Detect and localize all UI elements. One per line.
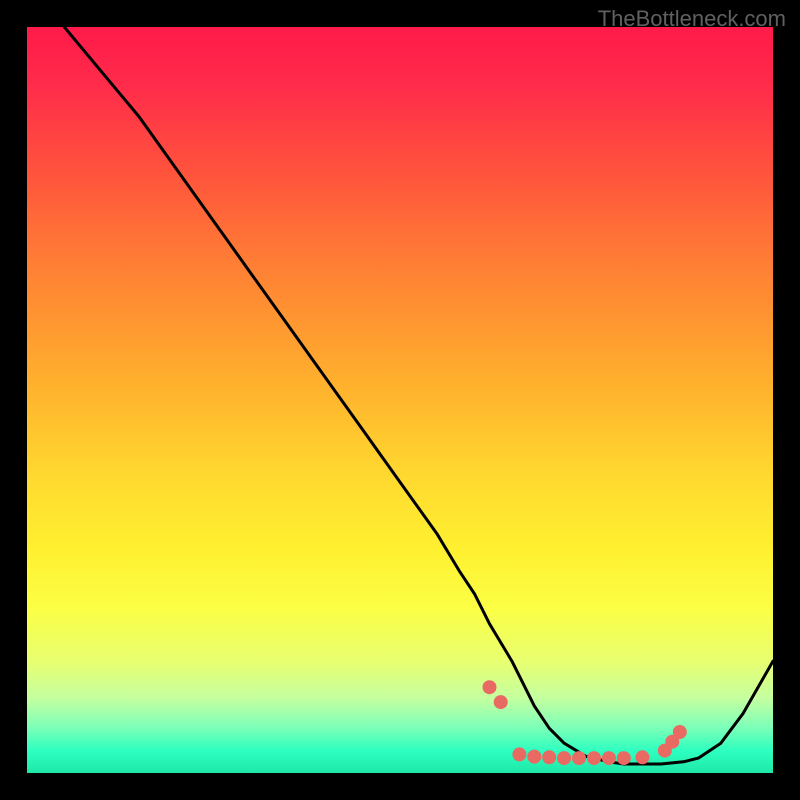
chart-svg [27,27,773,773]
marker-dot [483,680,497,694]
marker-dot [494,695,508,709]
marker-dot [673,725,687,739]
marker-dot [602,751,616,765]
marker-dot [572,751,586,765]
marker-dot [557,751,571,765]
marker-dot [587,751,601,765]
attribution-label: TheBottleneck.com [598,6,786,32]
curve-line [64,27,773,764]
curve-markers [483,680,687,765]
marker-dot [512,747,526,761]
marker-dot [617,751,631,765]
marker-dot [635,750,649,764]
plot-area [27,27,773,773]
marker-dot [542,750,556,764]
marker-dot [527,750,541,764]
